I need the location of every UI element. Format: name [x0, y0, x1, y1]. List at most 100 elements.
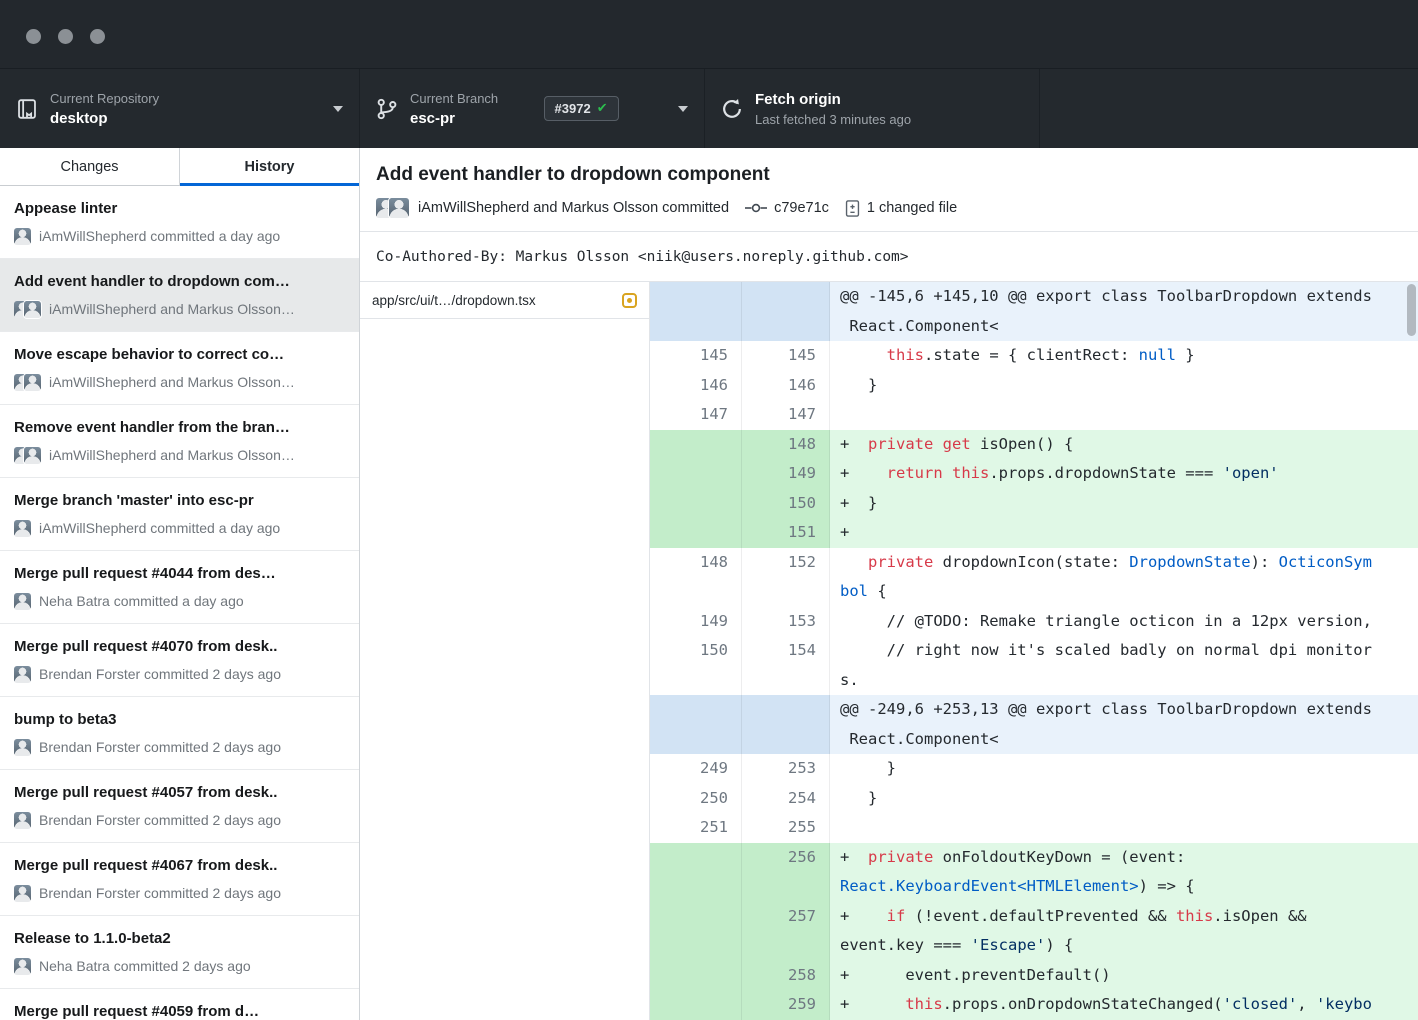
app-window: Current Repository desktop Current Branc… — [0, 0, 1418, 1020]
commit-summary: Add event handler to dropdown component … — [360, 148, 1418, 232]
diff-rows: @@ -145,6 +145,10 @@ export class Toolba… — [650, 282, 1418, 1020]
avatar-group — [14, 812, 31, 829]
commit-title: Merge pull request #4044 from des… — [14, 564, 345, 584]
diff-code-line: + — [830, 518, 1418, 548]
commit-title: Appease linter — [14, 199, 345, 219]
old-line-number — [650, 990, 742, 1020]
commit-title: Release to 1.1.0-beta2 — [14, 929, 345, 949]
old-line-number — [650, 459, 742, 489]
commit-meta-text: Brendan Forster committed 2 days ago — [39, 738, 281, 757]
diff-code-line: } — [830, 754, 1418, 784]
commit-meta-text: iAmWillShepherd and Markus Olsson… — [49, 300, 295, 319]
file-list-item[interactable]: app/src/ui/t…/dropdown.tsx — [360, 282, 649, 319]
diff-code-line: + return this.props.dropdownState === 'o… — [830, 459, 1418, 489]
commit-list-item[interactable]: Move escape behavior to correct co…iAmWi… — [0, 332, 359, 405]
commit-list-item[interactable]: bump to beta3Brendan Forster committed 2… — [0, 697, 359, 770]
commit-meta-text: Brendan Forster committed 2 days ago — [39, 811, 281, 830]
commit-list-item[interactable]: Release to 1.1.0-beta2Neha Batra committ… — [0, 916, 359, 989]
new-line-number: 258 — [742, 961, 830, 991]
avatar-group — [14, 666, 31, 683]
changed-files-list: app/src/ui/t…/dropdown.tsx — [360, 282, 650, 1020]
commit-title: Add event handler to dropdown com… — [14, 272, 345, 292]
sync-icon — [721, 98, 743, 120]
new-line-number: 256 — [742, 843, 830, 902]
tab-history[interactable]: History — [179, 148, 359, 185]
new-line-number: 146 — [742, 371, 830, 401]
avatar — [14, 739, 31, 756]
commit-sha: c79e71c — [774, 200, 829, 216]
diff-row-add: 259+ this.props.onDropdownStateChanged('… — [650, 990, 1418, 1020]
new-line-number: 148 — [742, 430, 830, 460]
fetch-origin-button[interactable]: Fetch origin Last fetched 3 minutes ago — [705, 69, 1040, 148]
diff-code-line: // right now it's scaled badly on normal… — [830, 636, 1418, 695]
commit-meta-text: iAmWillShepherd and Markus Olsson… — [49, 446, 295, 465]
old-line-number — [650, 282, 742, 341]
avatar — [24, 301, 41, 318]
diff-row-add: 148+ private get isOpen() { — [650, 430, 1418, 460]
old-line-number — [650, 430, 742, 460]
diff-row-add: 257+ if (!event.defaultPrevented && this… — [650, 902, 1418, 961]
avatar — [389, 198, 409, 218]
diff-code-line: // @TODO: Remake triangle octicon in a 1… — [830, 607, 1418, 637]
diff-row-ctx: 149153 // @TODO: Remake triangle octicon… — [650, 607, 1418, 637]
commit-list-item[interactable]: Remove event handler from the bran… iAmWi… — [0, 405, 359, 478]
commit-list-item[interactable]: Add event handler to dropdown com… iAmWil… — [0, 259, 359, 332]
minimize-button[interactable] — [58, 29, 73, 44]
old-line-number — [650, 489, 742, 519]
commit-title: Merge branch 'master' into esc-pr — [14, 491, 345, 511]
commit-list-item[interactable]: Merge pull request #4044 from des…Neha B… — [0, 551, 359, 624]
new-line-number: 253 — [742, 754, 830, 784]
old-line-number: 249 — [650, 754, 742, 784]
commit-list-item[interactable]: Merge pull request #4057 from desk..Bren… — [0, 770, 359, 843]
diff-code-line — [830, 400, 1418, 430]
commit-meta: iAmWillShepherd and Markus Olsson… — [14, 300, 345, 319]
close-button[interactable] — [26, 29, 41, 44]
diff-code-line: + private onFoldoutKeyDown = (event: Rea… — [830, 843, 1418, 902]
new-line-number: 150 — [742, 489, 830, 519]
commit-meta-text: Brendan Forster committed 2 days ago — [39, 665, 281, 684]
zoom-button[interactable] — [90, 29, 105, 44]
commit-list-item[interactable]: Merge branch 'master' into esc-priAmWill… — [0, 478, 359, 551]
commit-title: Remove event handler from the bran… — [14, 418, 345, 438]
avatar-group — [14, 374, 41, 391]
check-icon: ✔ — [597, 100, 608, 116]
commit-list-item[interactable]: Merge pull request #4067 from desk..Bren… — [0, 843, 359, 916]
new-line-number — [742, 695, 830, 754]
diff-code-line: + this.props.onDropdownStateChanged('clo… — [830, 990, 1418, 1020]
current-branch-button[interactable]: Current Branch esc-pr #3972 ✔ — [360, 69, 705, 148]
avatar — [14, 958, 31, 975]
diff-code-line: + } — [830, 489, 1418, 519]
new-line-number: 151 — [742, 518, 830, 548]
changed-file-icon — [845, 200, 860, 217]
old-line-number — [650, 843, 742, 902]
new-line-number: 154 — [742, 636, 830, 695]
current-repository-button[interactable]: Current Repository desktop — [0, 69, 360, 148]
commit-list-item[interactable]: Merge pull request #4070 from desk..Bren… — [0, 624, 359, 697]
commit-list-item[interactable]: Appease linter iAmWillShepherd committed … — [0, 186, 359, 259]
avatar-group — [14, 958, 31, 975]
diff-row-hunk: @@ -145,6 +145,10 @@ export class Toolba… — [650, 282, 1418, 341]
diff-row-add: 151+ — [650, 518, 1418, 548]
avatar — [14, 593, 31, 610]
sidebar-tabs: Changes History — [0, 148, 359, 186]
vertical-scrollbar-thumb[interactable] — [1407, 284, 1416, 336]
commit-meta-text: iAmWillShepherd committed a day ago — [39, 227, 280, 246]
old-line-number: 145 — [650, 341, 742, 371]
git-branch-icon — [376, 98, 398, 120]
old-line-number — [650, 518, 742, 548]
commit-byline: iAmWillShepherd and Markus Olsson commit… — [376, 198, 1402, 218]
diff-code-line: this.state = { clientRect: null } — [830, 341, 1418, 371]
new-line-number: 257 — [742, 902, 830, 961]
changed-files-count: 1 changed file — [867, 200, 957, 216]
diff-row-ctx: 146146 } — [650, 371, 1418, 401]
tab-changes[interactable]: Changes — [0, 148, 179, 185]
diff-row-ctx: 145145 this.state = { clientRect: null } — [650, 341, 1418, 371]
diff-row-ctx: 251255 — [650, 813, 1418, 843]
old-line-number: 250 — [650, 784, 742, 814]
diff-pane: @@ -145,6 +145,10 @@ export class Toolba… — [650, 282, 1418, 1020]
commit-list-item[interactable]: Merge pull request #4059 from d… — [0, 989, 359, 1020]
file-path: app/src/ui/t…/dropdown.tsx — [372, 293, 614, 308]
diff-code-line: + if (!event.defaultPrevented && this.is… — [830, 902, 1418, 961]
new-line-number: 145 — [742, 341, 830, 371]
avatar — [14, 520, 31, 537]
